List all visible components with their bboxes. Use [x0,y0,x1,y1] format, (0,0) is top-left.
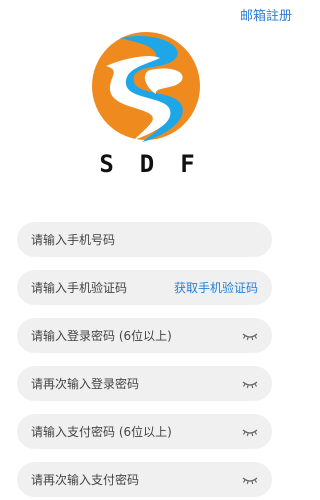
login-password-confirm-input[interactable] [31,376,236,391]
phone-input[interactable] [31,232,258,247]
brand-name: SDF [99,150,221,178]
eye-closed-icon[interactable] [242,379,258,389]
login-password-confirm-field[interactable] [17,366,272,401]
eye-closed-icon[interactable] [242,331,258,341]
pay-password-confirm-field[interactable] [17,462,272,497]
pay-password-input[interactable] [31,424,236,439]
register-page: 邮箱註册 SDF 获取手机验证码 [0,0,294,500]
phone-field[interactable] [17,222,272,257]
login-password-input[interactable] [31,328,236,343]
eye-closed-icon[interactable] [242,427,258,437]
pay-password-field[interactable] [17,414,272,449]
login-password-field[interactable] [17,318,272,353]
eye-closed-icon[interactable] [242,475,258,485]
sms-code-input[interactable] [31,280,168,295]
sdf-logo-icon [90,30,202,142]
get-sms-code-button[interactable]: 获取手机验证码 [174,279,258,296]
email-register-link[interactable]: 邮箱註册 [240,5,292,24]
pay-password-confirm-input[interactable] [31,472,236,487]
sms-code-field[interactable]: 获取手机验证码 [17,270,272,305]
